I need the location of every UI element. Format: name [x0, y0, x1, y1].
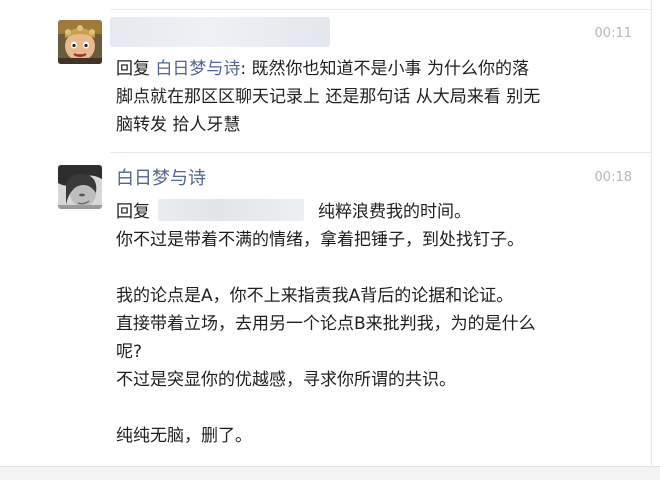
comment-line: 脑转发 拾人牙慧 [116, 115, 241, 135]
comment-line: 脚点就在那区区聊天记录上 还是那句话 从大局来看 别无 [116, 87, 541, 107]
comment-line: 回复 纯粹浪费我的时间。 [116, 198, 636, 226]
comment-line: 你不过是带着不满的情绪，拿着把锤子，到处找钉子。 [116, 230, 524, 250]
comment-line: 呢? [116, 342, 143, 362]
avatar[interactable] [58, 165, 102, 209]
reply-to-user-link[interactable]: 白日梦与诗 [155, 59, 240, 79]
comment-time: 00:11 [594, 26, 632, 41]
avatar[interactable] [58, 20, 102, 64]
redacted-username [158, 199, 304, 221]
comment-line: 直接带着立场，去用另一个论点B来批判我，为的是什么 [116, 314, 536, 334]
avatar-image-icon [58, 20, 102, 64]
reply-prefix: 回复 [116, 202, 150, 222]
reply-prefix: 回复 [116, 59, 150, 79]
comment-line: 纯纯无脑，删了。 [116, 426, 252, 446]
redacted-username [110, 17, 330, 47]
comment-line: 我的论点是A，你不上来指责我A背后的论据和论证。 [116, 286, 514, 306]
comment-author-link[interactable]: 白日梦与诗 [116, 167, 206, 191]
top-divider [110, 9, 652, 10]
comment-divider [110, 152, 651, 153]
comment-thread: 00:11 回复 白日梦与诗: 既然你也知道不是小事 为什么你的落 脚点就在那区… [0, 0, 660, 480]
reply-colon: : [240, 59, 247, 79]
comment-text: 既然你也知道不是小事 为什么你的落 [251, 59, 529, 79]
comment-line: 回复 白日梦与诗: 既然你也知道不是小事 为什么你的落 [116, 55, 636, 83]
avatar-image-icon [58, 165, 102, 209]
comment-line: 不过是突显你的优越感，寻求你所谓的共识。 [116, 370, 456, 390]
comment-text: 纯粹浪费我的时间。 [318, 202, 471, 222]
bottom-bar [0, 466, 660, 480]
comment-time: 00:18 [594, 170, 632, 185]
comment-body: 回复 白日梦与诗: 既然你也知道不是小事 为什么你的落 脚点就在那区区聊天记录上… [116, 55, 636, 139]
comment-body: 回复 纯粹浪费我的时间。 你不过是带着不满的情绪，拿着把锤子，到处找钉子。 我的论… [116, 198, 636, 450]
panel-border [651, 0, 652, 466]
